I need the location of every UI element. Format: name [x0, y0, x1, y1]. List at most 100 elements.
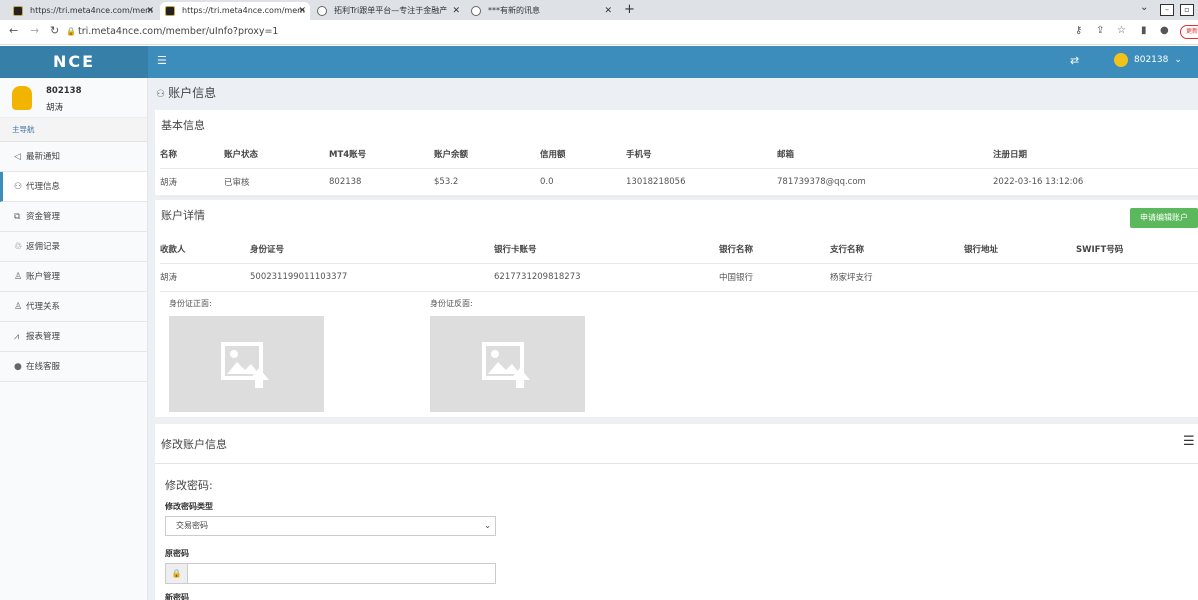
avatar: [12, 86, 32, 110]
avatar: [1114, 53, 1128, 67]
page-title: ⚇ 账户信息: [156, 86, 217, 100]
minimize-icon[interactable]: –: [1160, 4, 1174, 16]
sidebar: 802138 胡涛 主导航 ◁ 最新通知 ⚇ 代理信息 ⧉ 资金管理 ♲ 返佣记录 ♙ 账…: [0, 78, 148, 600]
swap-icon[interactable]: ⇄: [1070, 54, 1079, 67]
sidebar-item-reports[interactable]: ⩘ 报表管理: [0, 322, 147, 352]
app-header: ☰ ⇄ 802138 ⌄: [148, 46, 1198, 78]
sidebar-item-rebate[interactable]: ♲ 返佣记录: [0, 232, 147, 262]
speaker-icon: ◁: [14, 152, 21, 162]
change-password-title: 修改密码:: [165, 479, 213, 492]
chevron-down-icon[interactable]: ⌄: [1140, 2, 1148, 13]
user-name: 胡涛: [46, 103, 64, 113]
image-upload-icon: [482, 342, 530, 388]
chevron-down-icon: ⌄: [484, 521, 491, 530]
lock-icon: 🔒: [166, 564, 188, 583]
apply-edit-button[interactable]: 申请编辑账户: [1130, 208, 1198, 228]
basic-info-table: 名称 账户状态 MT4账号 账户余额 信用额 手机号 邮箱 注册日期 胡涛 已审…: [160, 140, 1198, 197]
table-cell: 6217731209818273: [494, 263, 719, 292]
table-cell: 13018218056: [626, 168, 777, 197]
main-content: ⚇ 账户信息 基本信息 名称 账户状态 MT4账号 账户余额 信用额 手机号 邮…: [148, 78, 1198, 600]
sidebar-item-accounts[interactable]: ♙ 账户管理: [0, 262, 147, 292]
sidebar-item-agent-info[interactable]: ⚇ 代理信息: [0, 172, 147, 202]
column-header: 名称: [160, 140, 224, 169]
column-header: 邮箱: [777, 140, 993, 169]
basic-info-heading: 基本信息: [161, 119, 205, 132]
column-header: 银行地址: [964, 235, 1076, 264]
back-icon[interactable]: ←: [9, 24, 18, 37]
column-header: 支行名称: [830, 235, 964, 264]
url-field[interactable]: 🔒 tri.meta4nce.com/member/uInfo?proxy=1: [64, 23, 1064, 41]
address-bar: ← → ↻ 🔒 tri.meta4nce.com/member/uInfo?pro…: [0, 20, 1198, 45]
header-user-menu[interactable]: 802138 ⌄: [1114, 53, 1182, 67]
close-tab-icon[interactable]: ✕: [604, 2, 612, 20]
browser-tab[interactable]: ***有新的讯息 ✕: [466, 2, 616, 20]
table-cell: 802138: [329, 168, 434, 197]
browser-tab-bar: https://tri.meta4nce.com/mem ✕ https://tr…: [0, 0, 1198, 20]
table-cell: 500231199011103377: [250, 263, 494, 292]
window-controls: – ▫: [1160, 0, 1194, 20]
table-header-row: 名称 账户状态 MT4账号 账户余额 信用额 手机号 邮箱 注册日期: [160, 140, 1198, 169]
table-cell: 胡涛: [160, 168, 224, 197]
column-header: 银行卡账号: [494, 235, 719, 264]
id-back-label: 身份证反面:: [430, 299, 473, 308]
star-icon[interactable]: ☆: [1117, 25, 1126, 36]
globe-icon: [471, 6, 481, 16]
lock-icon: 🔒: [66, 27, 76, 36]
original-password-label: 原密码: [165, 549, 189, 558]
table-row: 胡涛 500231199011103377 6217731209818273 中…: [160, 263, 1198, 292]
table-cell: 已审核: [224, 168, 329, 197]
basic-info-box: 基本信息 名称 账户状态 MT4账号 账户余额 信用额 手机号 邮箱 注册日期 …: [155, 110, 1198, 197]
id-back-image[interactable]: [430, 316, 585, 412]
table-cell: 中国银行: [719, 263, 830, 292]
column-header: 账户余额: [434, 140, 540, 169]
original-password-field[interactable]: 🔒: [165, 563, 496, 584]
share-icon[interactable]: ⇪: [1096, 25, 1104, 36]
update-badge[interactable]: 更新: [1180, 25, 1198, 39]
table-cell: 胡涛: [160, 263, 250, 292]
column-header: 身份证号: [250, 235, 494, 264]
sidepanel-icon[interactable]: ▮: [1141, 25, 1147, 36]
column-header: 信用额: [540, 140, 626, 169]
browser-tab[interactable]: 拓利Tri跟单平台—专注于金融产 ✕: [312, 2, 464, 20]
close-tab-icon[interactable]: ✕: [452, 2, 460, 20]
new-tab-button[interactable]: +: [624, 2, 635, 18]
chevron-down-icon: ⌄: [1174, 55, 1182, 65]
nce-favicon-icon: [165, 6, 175, 16]
browser-tab-active[interactable]: https://tri.meta4nce.com/mem ✕: [160, 2, 310, 20]
forward-icon[interactable]: →: [30, 24, 39, 37]
account-details-heading: 账户详情: [161, 209, 205, 222]
browser-tab[interactable]: https://tri.meta4nce.com/mem ✕: [8, 2, 158, 20]
chart-icon: ⩘: [14, 332, 20, 342]
table-header-row: 收款人 身份证号 银行卡账号 银行名称 支行名称 银行地址 SWIFT号码: [160, 235, 1198, 264]
column-header: SWIFT号码: [1076, 235, 1198, 264]
id-front-label: 身份证正面:: [169, 299, 212, 308]
id-front-image[interactable]: [169, 316, 324, 412]
list-menu-icon[interactable]: ☰: [1183, 434, 1195, 449]
close-tab-icon[interactable]: ✕: [298, 2, 306, 20]
sidebar-item-support[interactable]: ● 在线客服: [0, 352, 147, 382]
account-details-box: 账户详情 申请编辑账户 收款人 身份证号 银行卡账号 银行名称 支行名称 银行地…: [155, 200, 1198, 417]
user-panel: 802138 胡涛: [0, 78, 147, 118]
account-details-table: 收款人 身份证号 银行卡账号 银行名称 支行名称 银行地址 SWIFT号码 胡涛…: [160, 235, 1198, 292]
table-cell: 2022-03-16 13:12:06: [993, 168, 1198, 197]
table-row: 胡涛 已审核 802138 $53.2 0.0 13018218056 7817…: [160, 168, 1198, 197]
users-icon: ⚇: [156, 89, 169, 100]
modify-account-box: 修改账户信息 ☰ 修改密码: 修改密码类型 交易密码 ⌄ 原密码 🔒 新密码: [155, 424, 1198, 600]
restore-icon[interactable]: ▫: [1180, 4, 1194, 16]
nce-favicon-icon: [13, 6, 23, 16]
copy-icon: ⧉: [14, 212, 21, 222]
password-type-select[interactable]: 交易密码 ⌄: [165, 516, 496, 536]
app-logo[interactable]: NCE: [0, 46, 148, 78]
person-icon: ●: [14, 362, 22, 372]
password-type-label: 修改密码类型: [165, 502, 213, 511]
sidebar-item-funds[interactable]: ⧉ 资金管理: [0, 202, 147, 232]
sidebar-item-notices[interactable]: ◁ 最新通知: [0, 142, 147, 172]
profile-icon[interactable]: ●: [1160, 25, 1169, 36]
table-cell: 杨家坪支行: [830, 263, 964, 292]
sidebar-item-relations[interactable]: ♙ 代理关系: [0, 292, 147, 322]
divider: [155, 463, 1198, 464]
close-tab-icon[interactable]: ✕: [146, 2, 154, 20]
hamburger-menu-icon[interactable]: ☰: [157, 54, 167, 67]
reload-icon[interactable]: ↻: [50, 24, 59, 37]
key-icon[interactable]: ⚷: [1075, 25, 1082, 36]
